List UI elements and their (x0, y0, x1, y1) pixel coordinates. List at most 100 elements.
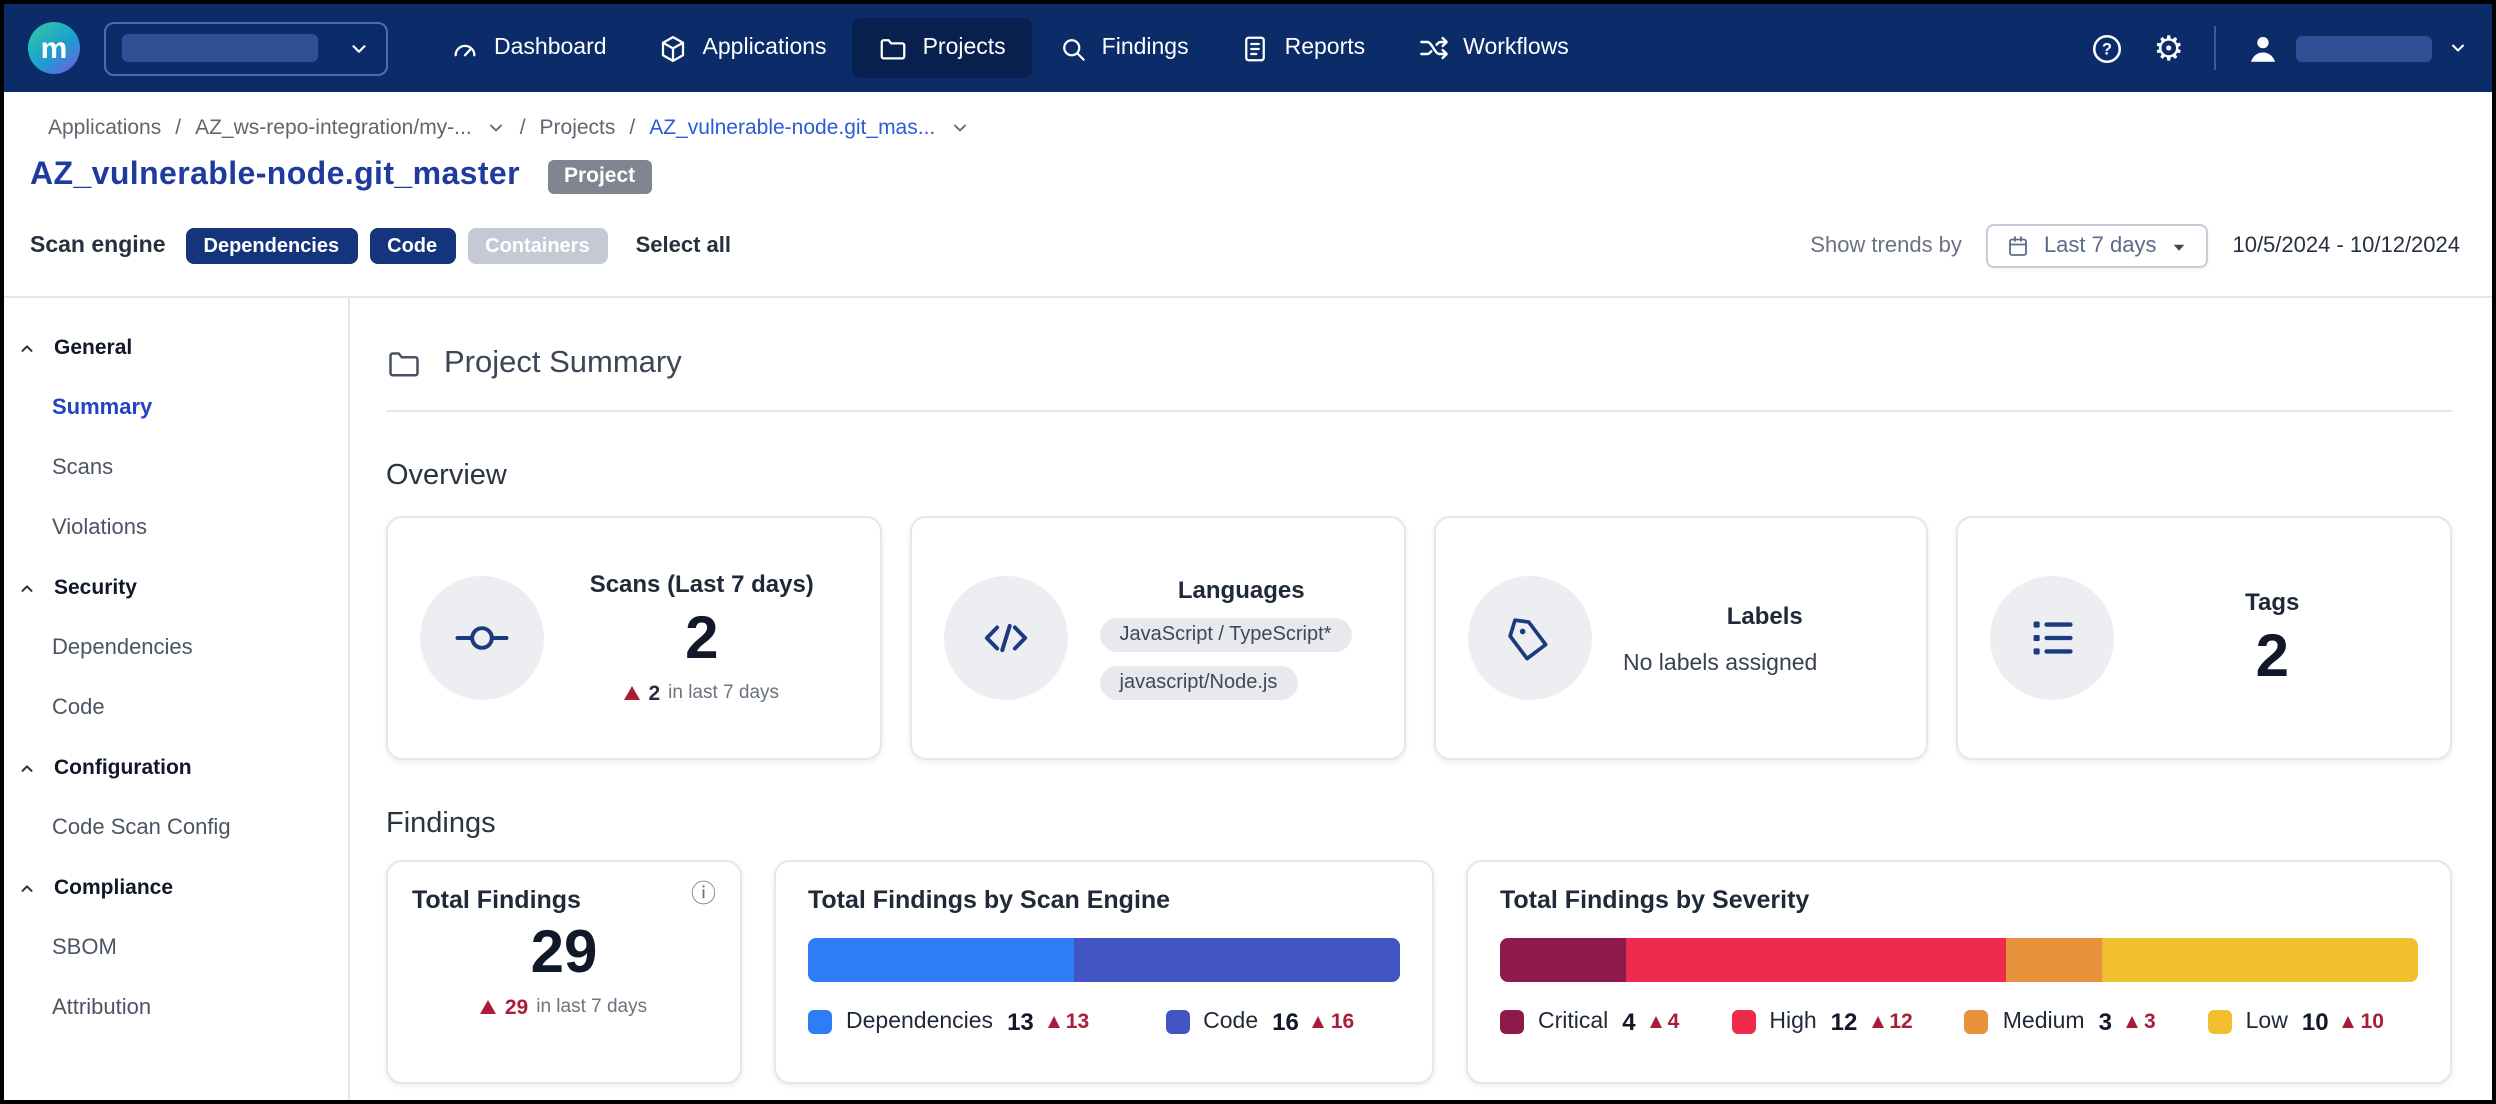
sidebar-header-compliance[interactable]: Compliance (4, 858, 348, 918)
app-window: m Dashboard Applications Projects Fi (0, 0, 2496, 1104)
nav-label: Findings (1102, 36, 1189, 60)
severity-legend: Critical 4 4 High 12 12 Medium (1500, 1008, 2418, 1036)
sidebar-header-security[interactable]: Security (4, 558, 348, 618)
sidebar-header-general[interactable]: General (4, 318, 348, 378)
scan-engine-stacked-bar (808, 938, 1400, 982)
trend: 12 (1871, 1010, 1912, 1034)
card-title: Scans (Last 7 days) (590, 571, 814, 599)
trend-up-icon (1048, 1016, 1060, 1028)
label-tag-icon (1467, 576, 1591, 700)
select-all-link[interactable]: Select all (636, 234, 731, 258)
bar-segment-medium (2007, 938, 2102, 982)
overview-cards: Scans (Last 7 days) 2 2 in last 7 days (386, 516, 2452, 760)
mend-logo-letter: m (41, 31, 68, 65)
applications-icon (659, 33, 689, 63)
sidebar-item-violations[interactable]: Violations (4, 498, 348, 558)
breadcrumb-item-application-name[interactable]: AZ_ws-repo-integration/my-... (195, 116, 472, 140)
nav-label: Dashboard (494, 36, 607, 60)
overview-heading: Overview (386, 460, 2452, 492)
code-icon (944, 576, 1068, 700)
org-selector[interactable] (104, 21, 388, 75)
breadcrumb: Applications / AZ_ws-repo-integration/my… (4, 92, 2492, 140)
svg-text:?: ? (2102, 40, 2112, 58)
scans-card: Scans (Last 7 days) 2 2 in last 7 days (386, 516, 882, 760)
settings-gear-icon[interactable]: ⚙ (2154, 31, 2185, 65)
caret-down-icon (2170, 237, 2188, 255)
engine-pill-dependencies[interactable]: Dependencies (186, 228, 358, 264)
nav-item-findings[interactable]: Findings (1032, 18, 1215, 78)
sidebar-item-summary[interactable]: Summary (4, 378, 348, 438)
nav-item-reports[interactable]: Reports (1215, 18, 1392, 78)
chevron-down-icon (2448, 38, 2468, 58)
sidebar: General Summary Scans Violations Securit… (4, 298, 350, 1100)
main-content: Project Summary Overview Scans (Last 7 d… (350, 298, 2492, 1100)
project-summary-header: Project Summary (386, 346, 2452, 382)
severity-stacked-bar (1500, 938, 2418, 982)
chevron-down-icon[interactable] (949, 118, 969, 138)
nav-item-applications[interactable]: Applications (633, 18, 853, 78)
breadcrumb-separator: / (629, 116, 635, 140)
trend-up-icon (1650, 1016, 1662, 1028)
bar-segment-code (1073, 938, 1400, 982)
mend-logo: m (28, 22, 80, 74)
chevron-down-icon (348, 37, 370, 59)
top-navbar: m Dashboard Applications Projects Fi (4, 4, 2492, 92)
trend-up-icon (624, 687, 640, 701)
navbar-right: ? ⚙ (2090, 26, 2469, 70)
commit-icon (420, 576, 544, 700)
trend-up-icon (1871, 1016, 1883, 1028)
scans-trend: 2 in last 7 days (624, 682, 779, 706)
trend-period-dropdown[interactable]: Last 7 days (1986, 224, 2209, 268)
no-labels-text: No labels assigned (1623, 651, 1817, 675)
sidebar-item-sbom[interactable]: SBOM (4, 918, 348, 978)
user-menu[interactable] (2246, 31, 2468, 65)
chevron-up-icon (18, 879, 36, 897)
total-findings-card: Total Findings ⓘ 29 29 in last 7 days (386, 860, 742, 1084)
sidebar-section-general: General Summary Scans Violations (4, 318, 348, 558)
card-title: Total Findings by Severity (1500, 886, 1809, 914)
info-icon[interactable]: ⓘ (691, 882, 716, 907)
legend-item-high: High 12 12 (1731, 1008, 1912, 1036)
nav-label: Reports (1285, 36, 1366, 60)
trend: 16 (1313, 1010, 1354, 1034)
folder-icon (386, 346, 422, 382)
breadcrumb-item-applications[interactable]: Applications (48, 116, 161, 140)
legend-swatch (1731, 1010, 1755, 1034)
trend: 3 (2126, 1010, 2156, 1034)
language-pill: javascript/Node.js (1100, 666, 1298, 700)
sidebar-item-scans[interactable]: Scans (4, 438, 348, 498)
total-findings-count: 29 (531, 922, 598, 985)
engine-pill-containers: Containers (467, 228, 607, 264)
help-icon[interactable]: ? (2090, 31, 2124, 65)
breadcrumb-item-project-name[interactable]: AZ_vulnerable-node.git_mas... (649, 116, 935, 140)
engine-pill-code[interactable]: Code (369, 228, 455, 264)
sidebar-section-configuration: Configuration Code Scan Config (4, 738, 348, 858)
user-avatar-icon (2246, 31, 2280, 65)
nav-item-dashboard[interactable]: Dashboard (424, 18, 633, 78)
nav-item-projects[interactable]: Projects (853, 18, 1032, 78)
scans-count: 2 (685, 609, 718, 672)
findings-search-icon (1058, 33, 1088, 63)
title-row: AZ_vulnerable-node.git_master Project (4, 140, 2492, 204)
nav-item-workflows[interactable]: Workflows (1391, 18, 1595, 78)
sidebar-header-configuration[interactable]: Configuration (4, 738, 348, 798)
sidebar-section-compliance: Compliance SBOM Attribution (4, 858, 348, 1038)
breadcrumb-item-projects[interactable]: Projects (540, 116, 616, 140)
legend-item-medium: Medium 3 3 (1965, 1008, 2156, 1036)
sidebar-item-attribution[interactable]: Attribution (4, 978, 348, 1038)
nav-label: Applications (703, 36, 827, 60)
calendar-icon (2006, 234, 2030, 258)
sidebar-item-code[interactable]: Code (4, 678, 348, 738)
breadcrumb-separator: / (175, 116, 181, 140)
nav-label: Projects (923, 36, 1006, 60)
chevron-down-icon[interactable] (486, 118, 506, 138)
redacted-user-name (2296, 35, 2432, 61)
trend-up-icon (1313, 1016, 1325, 1028)
sidebar-item-dependencies[interactable]: Dependencies (4, 618, 348, 678)
sidebar-item-code-scan-config[interactable]: Code Scan Config (4, 798, 348, 858)
legend-swatch (1500, 1010, 1524, 1034)
findings-by-engine-card: Total Findings by Scan Engine Dependenci… (774, 860, 1434, 1084)
legend-swatch (808, 1010, 832, 1034)
tags-card: Tags 2 (1957, 516, 2453, 760)
page-title: AZ_vulnerable-node.git_master (30, 158, 520, 194)
